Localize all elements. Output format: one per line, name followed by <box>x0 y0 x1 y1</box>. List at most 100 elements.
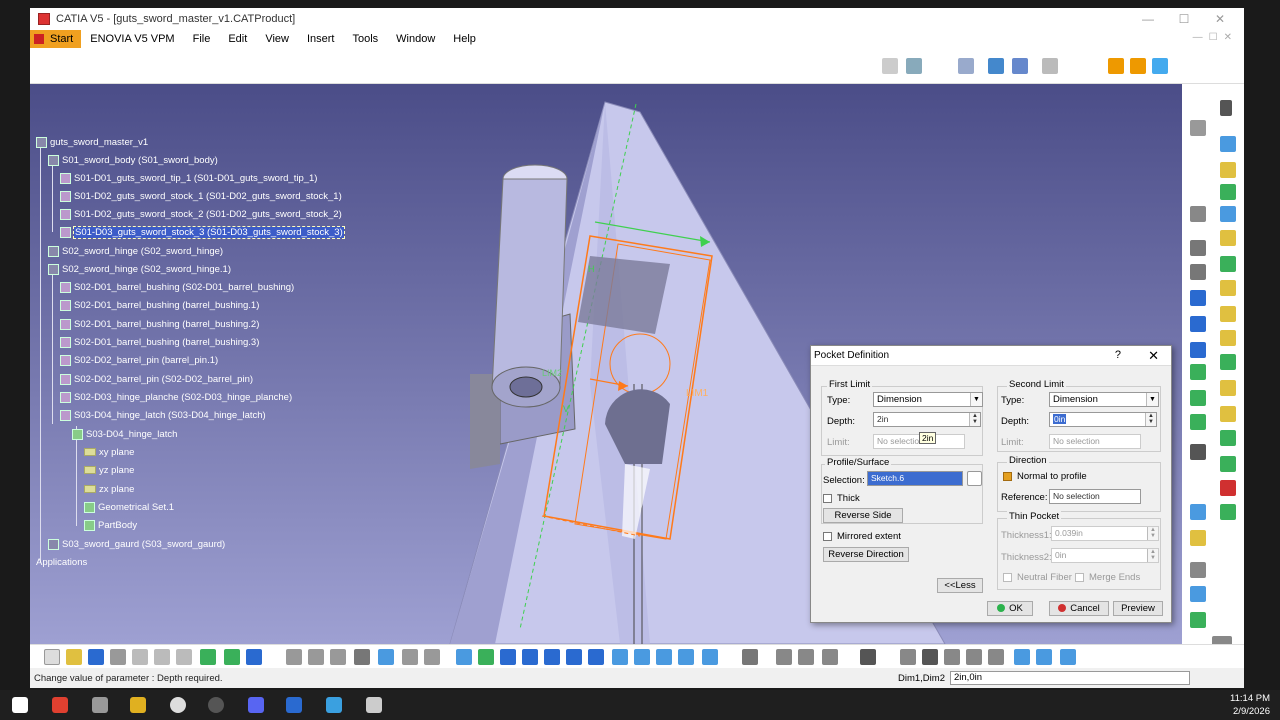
new-icon[interactable] <box>44 649 60 665</box>
split-icon[interactable] <box>1220 406 1236 422</box>
axis-icon[interactable] <box>1190 530 1206 546</box>
tree-item[interactable]: Geometrical Set.1 <box>84 499 174 515</box>
render-icon[interactable] <box>988 58 1004 74</box>
scale-icon[interactable] <box>1190 414 1206 430</box>
first-depth-input[interactable]: 2in ▲ ▼ <box>873 412 981 427</box>
selection-input[interactable]: Sketch.6 <box>867 471 963 486</box>
annotation-icon[interactable] <box>1190 612 1206 628</box>
loft-icon[interactable] <box>1220 280 1236 296</box>
tree-item[interactable]: S02-D01_barrel_bushing (barrel_bushing.1… <box>60 297 259 313</box>
lock-icon[interactable] <box>822 649 838 665</box>
app-icon[interactable] <box>92 697 108 713</box>
law-icon[interactable] <box>378 649 394 665</box>
catia-taskbar-icon[interactable] <box>286 697 302 713</box>
less-button[interactable]: <<Less <box>937 578 983 593</box>
menu-window[interactable]: Window <box>387 33 444 45</box>
menu-file[interactable]: File <box>184 33 220 45</box>
measure-item-icon[interactable] <box>966 649 982 665</box>
shading-icon[interactable] <box>656 649 672 665</box>
abc-icon[interactable] <box>1190 562 1206 578</box>
tree-item[interactable]: S01-D02_guts_sword_stock_2 (S01-D02_guts… <box>60 206 342 222</box>
draft-icon[interactable] <box>1220 306 1236 322</box>
slot-icon[interactable] <box>1190 264 1206 280</box>
tree-root[interactable]: guts_sword_master_v1 <box>36 134 148 150</box>
tree-item[interactable]: S02_sword_hinge (S02_sword_hinge.1) <box>48 261 231 277</box>
assemble-icon[interactable] <box>1220 456 1236 472</box>
redo-icon[interactable] <box>224 649 240 665</box>
first-type-select[interactable]: Dimension ▼ <box>873 392 983 407</box>
menu-view[interactable]: View <box>256 33 298 45</box>
pocket-icon[interactable] <box>1220 162 1236 178</box>
stiffener-icon[interactable] <box>1220 256 1236 272</box>
tool-b-icon[interactable] <box>1130 58 1146 74</box>
table-icon[interactable] <box>354 649 370 665</box>
save-icon[interactable] <box>88 649 104 665</box>
tree-item[interactable]: S03-D04_hinge_latch (S03-D04_hinge_latch… <box>60 407 266 423</box>
minimize-button[interactable]: — <box>1130 8 1166 30</box>
thickness1-input[interactable]: 0.039in ▲ ▼ <box>1051 526 1159 541</box>
pan-icon[interactable] <box>500 649 516 665</box>
second-type-select[interactable]: Dimension ▼ <box>1049 392 1159 407</box>
tree-item[interactable]: yz plane <box>84 462 134 478</box>
spinner-icon[interactable]: ▲ ▼ <box>1147 549 1158 562</box>
cancel-button[interactable]: Cancel <box>1049 601 1109 616</box>
multi-view-icon[interactable] <box>612 649 628 665</box>
paste-icon[interactable] <box>176 649 192 665</box>
tree-item[interactable]: S03-D04_hinge_latch <box>72 426 177 442</box>
select-arrow-icon[interactable] <box>1220 100 1232 116</box>
material-icon[interactable] <box>1220 480 1236 496</box>
tree-item[interactable]: Applications <box>36 554 87 570</box>
copy-icon[interactable] <box>154 649 170 665</box>
tree-item[interactable]: S02-D01_barrel_bushing (barrel_bushing.2… <box>60 316 259 332</box>
print-icon[interactable] <box>110 649 126 665</box>
tool-c-icon[interactable] <box>1152 58 1168 74</box>
tree-item[interactable]: S02-D02_barrel_pin (S02-D02_barrel_pin) <box>60 371 253 387</box>
rib-icon[interactable] <box>1220 230 1236 246</box>
tree-item[interactable]: S02-D02_barrel_pin (barrel_pin.1) <box>60 352 218 368</box>
tree-item[interactable]: S03_sword_gaurd (S03_sword_gaurd) <box>48 536 225 552</box>
cut-icon[interactable] <box>132 649 148 665</box>
thread-icon[interactable] <box>1190 364 1206 380</box>
measure-between-icon[interactable] <box>944 649 960 665</box>
knowledge-icon[interactable] <box>308 649 324 665</box>
help-pointer-icon[interactable] <box>246 649 262 665</box>
compass-icon[interactable] <box>922 649 938 665</box>
dim-value-input[interactable]: 2in,0in <box>950 671 1190 685</box>
tree-item[interactable]: zx plane <box>84 481 134 497</box>
rotate-view-icon[interactable] <box>900 649 916 665</box>
analysis-icon[interactable] <box>1014 649 1030 665</box>
brave-icon[interactable] <box>52 697 68 713</box>
tree-item[interactable]: S01-D01_guts_sword_tip_1 (S01-D01_guts_s… <box>60 170 317 186</box>
grid-snap-icon[interactable] <box>1012 58 1028 74</box>
tree-item[interactable]: S01-D02_guts_sword_stock_1 (S01-D02_guts… <box>60 188 342 204</box>
tree-item[interactable]: xy plane <box>84 444 134 460</box>
mirror-icon[interactable] <box>1190 390 1206 406</box>
menu-edit[interactable]: Edit <box>219 33 256 45</box>
point-icon[interactable] <box>1190 444 1206 460</box>
shell-icon[interactable] <box>1190 342 1206 358</box>
catalog-icon[interactable] <box>402 649 418 665</box>
thick-checkbox[interactable] <box>823 494 832 503</box>
sketch-icon[interactable] <box>1190 206 1206 222</box>
pattern-icon[interactable] <box>1220 380 1236 396</box>
hole-icon[interactable] <box>1190 240 1206 256</box>
tree-item[interactable]: PartBody <box>84 517 137 533</box>
zoom-area-icon[interactable] <box>1042 58 1058 74</box>
start-menu[interactable]: Start <box>30 30 82 48</box>
shaft-icon[interactable] <box>1220 184 1236 200</box>
preview-button[interactable]: Preview <box>1113 601 1163 616</box>
link-icon[interactable] <box>424 649 440 665</box>
part-icon[interactable] <box>906 58 922 74</box>
second-depth-input[interactable]: 0in ▲ ▼ <box>1049 412 1157 427</box>
rotate-icon[interactable] <box>522 649 538 665</box>
file-explorer-icon[interactable] <box>130 697 146 713</box>
anchor-icon[interactable] <box>798 649 814 665</box>
calculator-icon[interactable] <box>326 697 342 713</box>
settings-icon[interactable] <box>1190 120 1206 136</box>
tree-item[interactable]: S02-D03_hinge_planche (S02-D03_hinge_pla… <box>60 389 292 405</box>
undo-icon[interactable] <box>200 649 216 665</box>
menu-enovia[interactable]: ENOVIA V5 VPM <box>81 33 183 45</box>
reverse-side-button[interactable]: Reverse Side <box>823 508 903 523</box>
close-window-button[interactable]: ✕ <box>1202 8 1238 30</box>
zoom-out-icon[interactable] <box>566 649 582 665</box>
